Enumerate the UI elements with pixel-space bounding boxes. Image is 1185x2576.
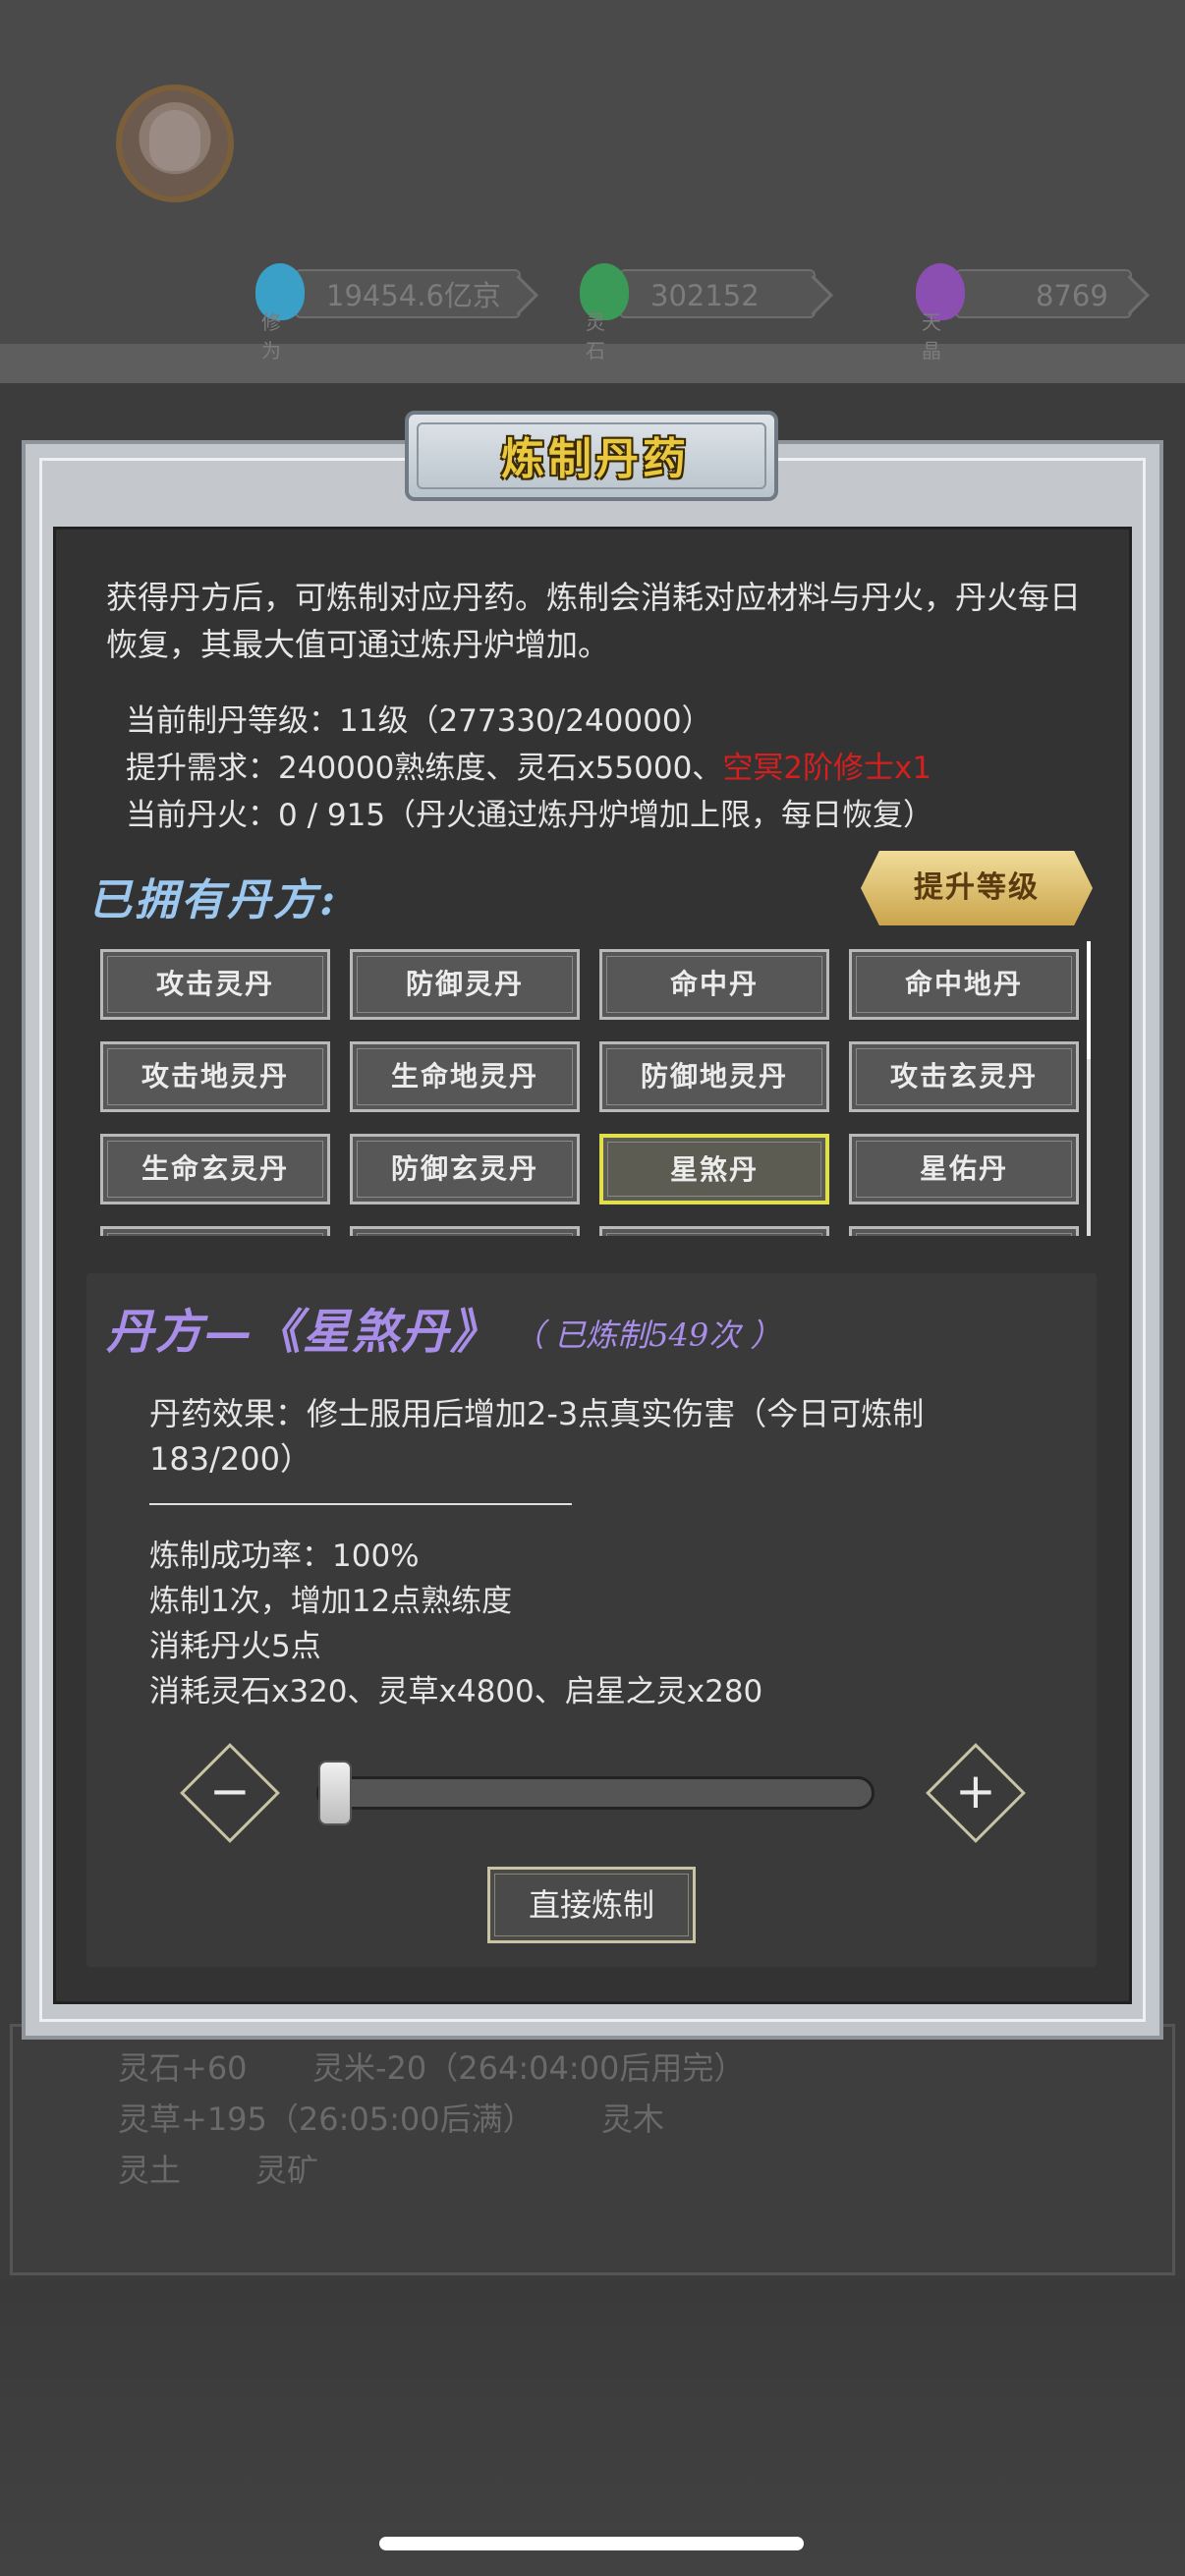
recipe-attack-mystic-pill[interactable]: 攻击玄灵丹 [849, 1041, 1079, 1112]
recipe-defense-pill[interactable]: 防御灵丹 [350, 949, 580, 1020]
resource-label: 天晶 [922, 310, 941, 363]
field-line: 灵土 [118, 2152, 182, 2189]
upgrade-level-label: 提升等级 [914, 870, 1040, 905]
home-indicator[interactable] [379, 2537, 804, 2550]
quantity-slider-knob[interactable] [318, 1761, 352, 1825]
field-line: 灵草+195（26:05:00后满） [118, 2100, 535, 2138]
material-cost: 消耗灵石x320、灵草x4800、启星之灵x280 [149, 1674, 763, 1709]
field-line: 灵木 [601, 2100, 665, 2138]
recipe-detail-panel [86, 1273, 1097, 1967]
upgrade-requirement-highlight: 空冥2阶修士x1 [722, 751, 932, 786]
resource-value: 19454.6亿京 [295, 269, 521, 318]
success-rate: 炼制成功率：100% [149, 1539, 420, 1574]
resource-label: 灵石 [586, 310, 605, 363]
recipe-defense-mystic-pill[interactable]: 防御玄灵丹 [350, 1134, 580, 1204]
recipe-partial[interactable] [350, 1226, 580, 1236]
field-line: 灵米-20（264:04:00后用完） [312, 2049, 746, 2087]
field-line: 灵矿 [255, 2152, 319, 2189]
field-line: 灵石+60 [118, 2049, 248, 2087]
recipe-defense-earth-pill[interactable]: 防御地灵丹 [599, 1041, 829, 1112]
pill-effect: 丹药效果：修士服用后增加2-3点真实伤害（今日可炼制183/200） [149, 1395, 925, 1478]
detail-divider [149, 1503, 572, 1505]
recipe-partial[interactable] [849, 1226, 1079, 1236]
fire-cost: 消耗丹火5点 [149, 1629, 321, 1664]
alchemy-level: 当前制丹等级：11级（277330/240000） [126, 703, 712, 739]
recipe-scroll-thumb[interactable] [1087, 941, 1091, 1059]
upgrade-requirement: 提升需求：240000熟练度、灵石x55000、空冥2阶修士x1 [126, 745, 931, 792]
proficiency-gain: 炼制1次，增加12点熟练度 [149, 1584, 513, 1619]
intro-text: 获得丹方后，可炼制对应丹药。炼制会消耗对应材料与丹火，丹火每日恢复，其最大值可通… [106, 579, 1082, 663]
upgrade-level-button[interactable]: 提升等级 [861, 851, 1093, 925]
avatar-portrait [149, 110, 200, 171]
modal-title: 炼制丹药 [501, 434, 690, 484]
quantity-slider[interactable] [316, 1776, 875, 1810]
recipe-life-mystic-pill[interactable]: 生命玄灵丹 [100, 1134, 330, 1204]
craft-now-button[interactable]: 直接炼制 [487, 1867, 696, 1943]
modal-title-plate: 炼制丹药 [405, 411, 778, 501]
recipe-grid[interactable]: 攻击灵丹 防御灵丹 命中丹 命中地丹 攻击地灵丹 生命地灵丹 防御地灵丹 攻击玄… [98, 945, 1091, 1236]
resource-value: 8769 [955, 269, 1132, 318]
minus-icon: − [209, 1763, 251, 1820]
recipe-star-fiend-pill[interactable]: 星煞丹 [599, 1134, 829, 1204]
player-avatar[interactable] [116, 84, 234, 202]
owned-recipes-title: 已拥有丹方: [88, 875, 339, 925]
recipe-attack-earth-pill[interactable]: 攻击地灵丹 [100, 1041, 330, 1112]
plus-icon: + [955, 1763, 996, 1820]
recipe-star-bless-pill[interactable]: 星佑丹 [849, 1134, 1079, 1204]
resource-label: 修为 [261, 310, 281, 363]
upgrade-requirement-text: 提升需求：240000熟练度、灵石x55000、 [126, 751, 723, 786]
recipe-hit-earth-pill[interactable]: 命中地丹 [849, 949, 1079, 1020]
background-clouds [0, 2279, 1185, 2576]
recipe-attack-pill[interactable]: 攻击灵丹 [100, 949, 330, 1020]
recipe-partial[interactable] [599, 1226, 829, 1236]
resource-value: 302152 [619, 269, 816, 318]
crafted-count: （ 已炼制549次 ） [513, 1316, 782, 1354]
recipe-hit-pill[interactable]: 命中丹 [599, 949, 829, 1020]
recipe-detail-title: 丹方—《星煞丹》 [106, 1305, 500, 1360]
recipe-partial[interactable] [100, 1226, 330, 1236]
current-fire: 当前丹火：0 / 915（丹火通过炼丹炉增加上限，每日恢复） [126, 798, 934, 833]
recipe-life-earth-pill[interactable]: 生命地灵丹 [350, 1041, 580, 1112]
